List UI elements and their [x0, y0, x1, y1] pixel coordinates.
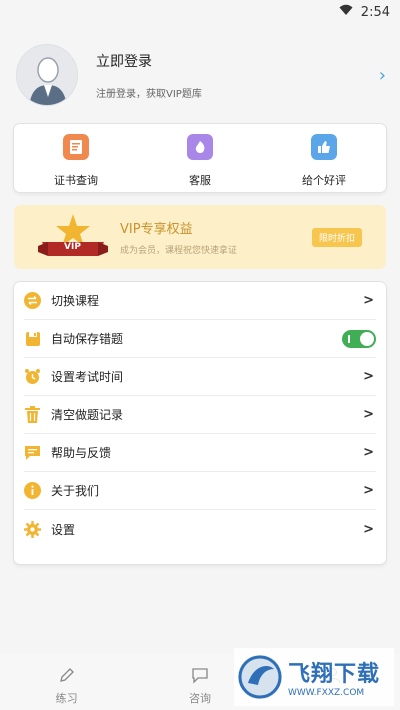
status-time: 2:54 [360, 4, 390, 20]
limited-discount-button[interactable]: 限时折扣 [311, 227, 362, 247]
chevron-right-icon[interactable]: › [379, 65, 386, 86]
watermark: 飞翔下载 WWW.FXXZ.COM [234, 648, 394, 706]
vip-banner[interactable]: VIP VIP专享权益 成为会员，课程祝您快速拿证 限时折扣 [14, 205, 386, 269]
menu-item-label: 帮助与反馈 [51, 446, 112, 460]
settings-menu: 切换课程 > 自动保存错题 设置考试时间 > 清空做题记录 > 帮助与反馈 > … [14, 282, 386, 564]
menu-item-label: 设置考试时间 [51, 370, 124, 384]
thumbs-up-icon [311, 134, 337, 160]
certificate-query-label: 证书查询 [54, 174, 98, 187]
watermark-logo-icon [238, 655, 282, 699]
quick-actions: 证书查询 客服 给个好评 [14, 124, 386, 192]
tab-practice[interactable]: 练习 [0, 654, 133, 710]
vip-subtitle: 成为会员，课程祝您快速拿证 [120, 246, 238, 256]
chevron-right-icon: > [363, 369, 374, 384]
menu-item-label: 切换课程 [51, 294, 100, 308]
customer-service-icon [187, 134, 213, 160]
menu-item-label: 设置 [51, 522, 76, 537]
chat-icon [191, 666, 209, 688]
menu-item-label: 关于我们 [51, 484, 100, 498]
trash-icon [24, 406, 41, 423]
auto-save-toggle[interactable] [342, 329, 376, 348]
pencil-icon [58, 666, 76, 688]
chevron-right-icon: > [363, 483, 374, 498]
menu-item-switch-course[interactable]: 切换课程 > [24, 282, 376, 320]
vip-badge-text: VIP [64, 242, 81, 252]
login-subtitle: 注册登录，获取VIP题库 [96, 88, 202, 100]
tab-label: 咨询 [188, 692, 211, 705]
menu-item-set-exam-time[interactable]: 设置考试时间 > [24, 358, 376, 396]
chevron-right-icon: > [363, 521, 374, 537]
menu-item-clear-records[interactable]: 清空做题记录 > [24, 396, 376, 434]
status-bar: 2:54 [0, 0, 400, 24]
menu-item-auto-save-errors: 自动保存错题 [24, 320, 376, 358]
customer-service-label: 客服 [189, 174, 211, 187]
save-icon [24, 330, 41, 347]
rate-us-button[interactable]: 给个好评 [262, 124, 386, 192]
tab-label: 练习 [55, 692, 78, 705]
menu-item-about-us[interactable]: 关于我们 > [24, 472, 376, 510]
watermark-title: 飞翔下载 [288, 662, 381, 687]
chevron-right-icon: > [363, 407, 374, 422]
login-section[interactable]: 立即登录 注册登录，获取VIP题库 › [16, 44, 386, 106]
certificate-query-button[interactable]: 证书查询 [14, 124, 138, 192]
chevron-right-icon: > [363, 293, 374, 308]
menu-item-label: 清空做题记录 [51, 408, 124, 422]
menu-item-label: 自动保存错题 [51, 332, 124, 346]
menu-item-settings[interactable]: 设置 > [24, 510, 376, 548]
certificate-icon [63, 134, 89, 160]
login-title[interactable]: 立即登录 [96, 51, 379, 71]
wifi-icon [339, 4, 353, 20]
vip-badge-icon: VIP [38, 212, 108, 262]
menu-item-help-feedback[interactable]: 帮助与反馈 > [24, 434, 376, 472]
chevron-right-icon: > [363, 445, 374, 460]
rate-us-label: 给个好评 [302, 174, 346, 187]
gear-icon [24, 520, 41, 538]
avatar[interactable] [16, 44, 78, 106]
switch-icon [24, 292, 41, 309]
alarm-clock-icon [24, 368, 41, 385]
feedback-icon [24, 444, 41, 461]
customer-service-button[interactable]: 客服 [138, 124, 262, 192]
info-icon [24, 482, 41, 499]
vip-title: VIP专享权益 [120, 222, 193, 237]
watermark-url: WWW.FXXZ.COM [288, 688, 365, 698]
